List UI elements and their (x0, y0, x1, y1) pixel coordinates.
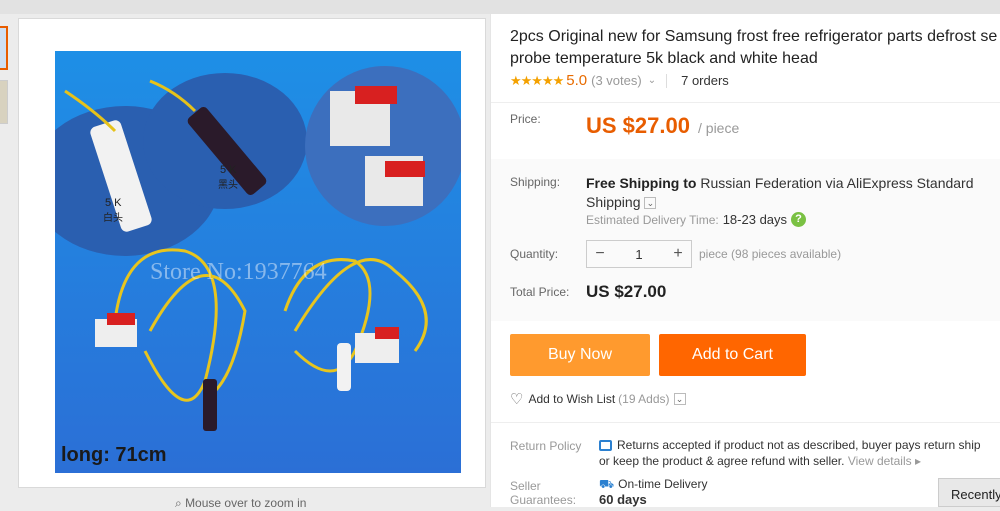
minus-icon[interactable]: − (587, 245, 613, 263)
svg-text:白头: 白头 (103, 211, 123, 224)
buy-now-button[interactable]: Buy Now (510, 334, 650, 376)
divider (491, 102, 1000, 103)
ship-method: AliExpress Standard (846, 175, 974, 191)
total-price-label: Total Price: (510, 285, 570, 299)
chevron-down-icon[interactable]: ⌄ (644, 197, 657, 210)
help-icon[interactable]: ? (791, 212, 807, 227)
add-to-wishlist[interactable]: ♡ Add to Wish List (19 Adds) ⌄ (510, 390, 686, 408)
product-photo: Store No:1937764 5 K 白头 5 K 黑头 long: 71c… (55, 51, 461, 473)
free-shipping-text: Free Shipping (586, 175, 680, 191)
star-rating-icon: ★★★★★ (510, 72, 564, 88)
top-strip (0, 0, 1000, 14)
label-black-head: 5 K (220, 164, 237, 176)
thumbnail-2[interactable] (0, 80, 8, 124)
product-info-panel: 2pcs Original new for Samsung frost free… (490, 14, 1000, 507)
total-price-value: US $27.00 (586, 282, 667, 301)
chevron-down-icon[interactable]: ⌄ (673, 393, 686, 405)
shipping-info[interactable]: Free Shipping to Russian Federation via … (586, 174, 1000, 212)
wishlist-count: (19 Adds) (618, 392, 670, 406)
label-white-head: 5 K (105, 197, 122, 209)
votes-link[interactable]: (3 votes) (591, 73, 642, 88)
price-unit: / piece (698, 120, 740, 136)
seller-guarantees-label: Seller Guarantees: (510, 479, 577, 507)
available-pieces: piece (98 pieces available) (699, 247, 842, 261)
product-image-box[interactable]: Store No:1937764 5 K 白头 5 K 黑头 long: 71c… (18, 18, 486, 488)
return-policy-label: Return Policy (510, 439, 582, 453)
quantity-label: Quantity: (510, 247, 559, 261)
estimated-delivery: Estimated Delivery Time: 18-23 days ? (586, 212, 807, 227)
view-details-link[interactable]: View details ▸ (848, 454, 921, 468)
delivery-days: 18-23 days (722, 212, 788, 227)
zoom-hint: ⌕ Mouse over to zoom in (175, 496, 307, 510)
title-line-1: 2pcs Original new for Samsung frost free… (510, 28, 998, 45)
divider (666, 73, 668, 88)
divider (491, 422, 1000, 423)
on-time-days: 60 days (599, 492, 647, 507)
svg-text:黑头: 黑头 (218, 179, 238, 191)
return-policy-text: Returns accepted if product not as descr… (599, 438, 981, 468)
return-icon (599, 440, 612, 452)
rating-score: 5.0 (566, 72, 588, 89)
watermark-text: Store No:1937764 (150, 259, 327, 285)
price-value: US $27.00 (586, 113, 690, 138)
length-label: long: 71cm (61, 444, 167, 466)
truck-icon: ⛟ (599, 477, 615, 491)
orders-count: 7 orders (681, 73, 729, 88)
recently-viewed-tab[interactable]: Recently (938, 478, 1000, 507)
quantity-input[interactable]: 1 (613, 247, 665, 262)
product-title: 2pcs Original new for Samsung frost free… (510, 26, 1000, 70)
add-to-cart-button[interactable]: Add to Cart (659, 334, 806, 376)
thumbnail-1[interactable] (0, 26, 8, 70)
wishlist-label: Add to Wish List (528, 392, 616, 406)
rating-row: ★★★★★ 5.0 (3 votes) ⌄ 7 orders (510, 72, 729, 89)
price-label: Price: (510, 112, 541, 126)
thumbnail-strip (0, 26, 8, 134)
ship-country: Russian Federation (700, 175, 822, 191)
plus-icon[interactable]: + (665, 245, 691, 263)
on-time-delivery: ⛟ On-time Delivery 60 days (599, 477, 708, 507)
zoom-hint-text: Mouse over to zoom in (185, 496, 307, 510)
chevron-down-icon[interactable]: ⌄ (648, 75, 656, 86)
heart-icon: ♡ (510, 391, 524, 408)
quantity-stepper[interactable]: − 1 + (586, 240, 692, 268)
shipping-label: Shipping: (510, 175, 561, 189)
title-line-2: probe temperature 5k black and white hea… (510, 50, 818, 67)
